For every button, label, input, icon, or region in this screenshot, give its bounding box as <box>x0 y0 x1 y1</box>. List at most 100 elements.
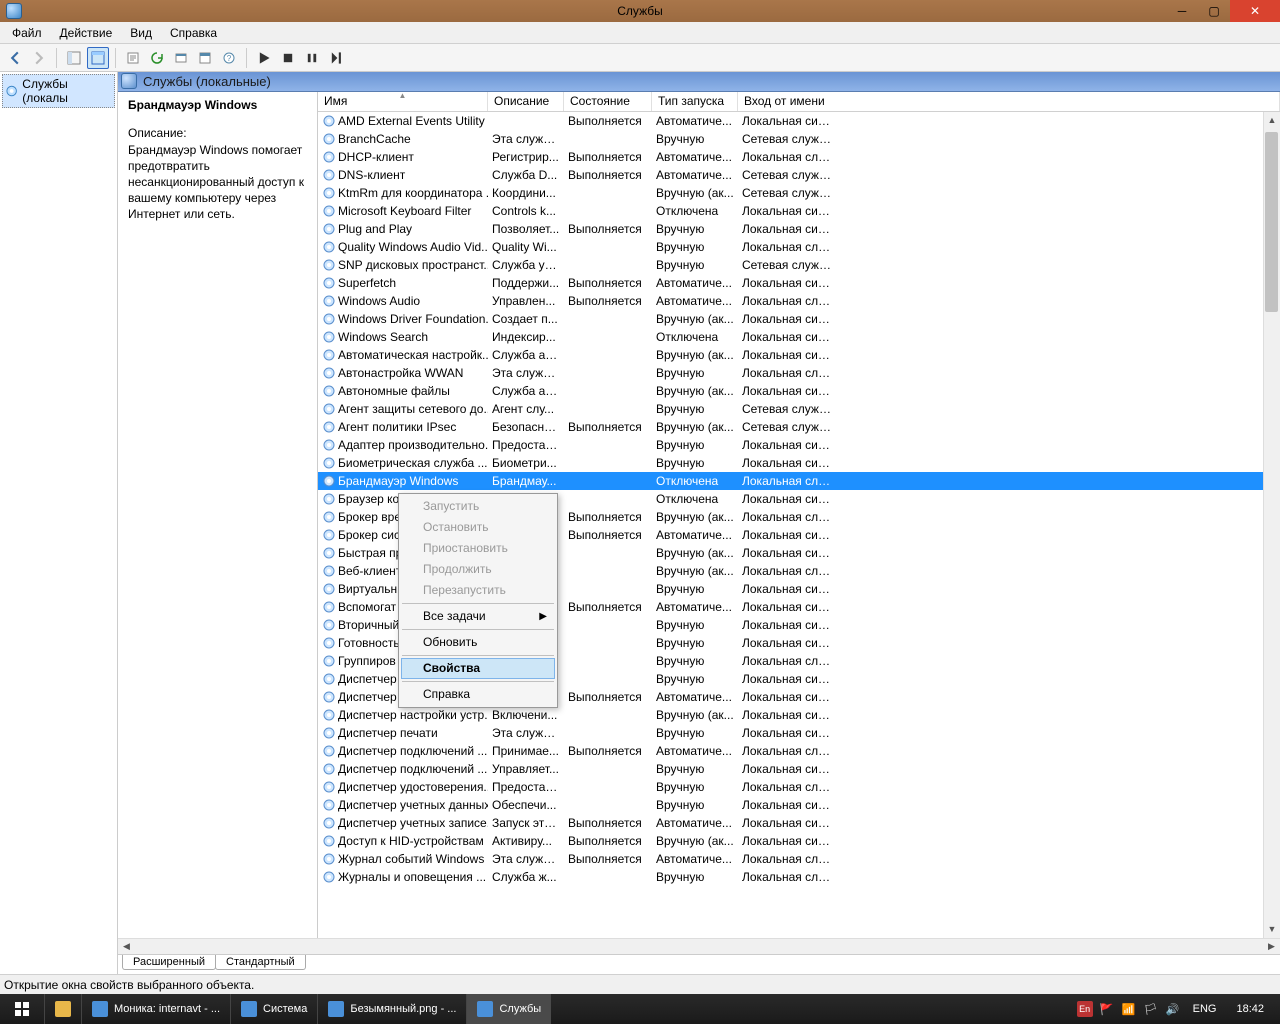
cell-state: Выполняется <box>564 150 652 164</box>
table-row[interactable]: Plug and PlayПозволяет...ВыполняетсяВруч… <box>318 220 1280 238</box>
table-row[interactable]: DNS-клиентСлужба D...ВыполняетсяАвтомати… <box>318 166 1280 184</box>
back-button[interactable] <box>4 47 26 69</box>
table-row[interactable]: Windows SearchИндексир...ОтключенаЛокаль… <box>318 328 1280 346</box>
tree-node-services[interactable]: Службы (локалы <box>2 74 115 108</box>
scroll-down-icon[interactable]: ▼ <box>1264 921 1280 938</box>
table-row[interactable]: Автоматическая настройк...Служба ав...Вр… <box>318 346 1280 364</box>
close-button[interactable]: ✕ <box>1230 0 1280 22</box>
column-header-description[interactable]: Описание <box>488 92 564 111</box>
window-title: Службы <box>617 4 662 18</box>
taskbar-item[interactable]: Службы <box>466 994 551 1024</box>
forward-button[interactable] <box>28 47 50 69</box>
table-row[interactable]: Биометрическая служба ...Биометри...Вруч… <box>318 454 1280 472</box>
scroll-left-icon[interactable]: ◀ <box>118 941 135 952</box>
tab-standard[interactable]: Стандартный <box>215 955 306 970</box>
table-row[interactable]: Microsoft Keyboard FilterControls k...От… <box>318 202 1280 220</box>
table-row[interactable]: Диспетчер подключений ...Принимае...Выпо… <box>318 742 1280 760</box>
scrollbar-horizontal[interactable]: ◀ ▶ <box>118 938 1280 955</box>
table-row[interactable]: Диспетчер удостоверения...Предостав...Вр… <box>318 778 1280 796</box>
menu-view[interactable]: Вид <box>122 24 160 42</box>
table-row[interactable]: Диспетчер настройки устр...Включени...Вр… <box>318 706 1280 724</box>
table-row[interactable]: SNP дисковых пространст...Служба уз...Вр… <box>318 256 1280 274</box>
taskbar-item[interactable]: Моника: internavt - ... <box>81 994 230 1024</box>
ctx-stop[interactable]: Остановить <box>401 517 555 538</box>
table-row[interactable]: Агент политики IPsecБезопасно...Выполняе… <box>318 418 1280 436</box>
cell-start: Вручную <box>652 870 738 884</box>
cell-start: Вручную (ак... <box>652 510 738 524</box>
table-row[interactable]: Агент защиты сетевого до...Агент слу...В… <box>318 400 1280 418</box>
refresh-button[interactable] <box>146 47 168 69</box>
restart-service-button[interactable] <box>325 47 347 69</box>
table-row[interactable]: Доступ к HID-устройствамАктивиру...Выпол… <box>318 832 1280 850</box>
column-header-logon[interactable]: Вход от имени <box>738 92 1280 111</box>
export-list-button[interactable] <box>122 47 144 69</box>
table-row[interactable]: Диспетчер подключений ...Управляет...Вру… <box>318 760 1280 778</box>
column-header-name[interactable]: ▲Имя <box>318 92 488 111</box>
column-header-startup[interactable]: Тип запуска <box>652 92 738 111</box>
taskbar-item[interactable]: Безымянный.png - ... <box>317 994 466 1024</box>
start-button[interactable] <box>0 994 44 1024</box>
cell-name: Автоматическая настройк... <box>318 348 488 362</box>
table-row[interactable]: Адаптер производительно...Предостав...Вр… <box>318 436 1280 454</box>
table-row[interactable]: Диспетчер учетных данныхОбеспечи...Вручн… <box>318 796 1280 814</box>
table-row[interactable]: Диспетчер печатиЭта служб...ВручнуюЛокал… <box>318 724 1280 742</box>
properties-button[interactable] <box>194 47 216 69</box>
tray-network-icon[interactable]: 📶 <box>1121 1001 1137 1017</box>
table-row[interactable]: DHCP-клиентРегистрир...ВыполняетсяАвтома… <box>318 148 1280 166</box>
table-row[interactable]: Windows Driver Foundation...Создает п...… <box>318 310 1280 328</box>
tray-volume-icon[interactable]: 🔊 <box>1165 1001 1181 1017</box>
ctx-properties[interactable]: Свойства <box>401 658 555 679</box>
tray-action-center-icon[interactable]: 🏳 <box>1143 1001 1159 1017</box>
table-row[interactable]: Windows AudioУправлен...ВыполняетсяАвтом… <box>318 292 1280 310</box>
table-row[interactable]: Автонастройка WWANЭта служб...ВручнуюЛок… <box>318 364 1280 382</box>
table-row[interactable]: Quality Windows Audio Vid...Quality Wi..… <box>318 238 1280 256</box>
scroll-up-icon[interactable]: ▲ <box>1264 112 1280 129</box>
cell-desc: Предостав... <box>488 438 564 452</box>
context-menu: Запустить Остановить Приостановить Продо… <box>398 493 558 708</box>
table-row[interactable]: Автономные файлыСлужба ав...Вручную (ак.… <box>318 382 1280 400</box>
ctx-help[interactable]: Справка <box>401 684 555 705</box>
ctx-pause[interactable]: Приостановить <box>401 538 555 559</box>
help-button[interactable]: ? <box>218 47 240 69</box>
minimize-button[interactable]: ─ <box>1166 0 1198 22</box>
table-row[interactable]: SuperfetchПоддержи...ВыполняетсяАвтомати… <box>318 274 1280 292</box>
table-row[interactable]: KtmRm для координатора ...Координи...Вру… <box>318 184 1280 202</box>
scrollbar-vertical[interactable]: ▲ ▼ <box>1263 112 1280 938</box>
ctx-resume[interactable]: Продолжить <box>401 559 555 580</box>
table-row[interactable]: Диспетчер учетных записе...Запуск это...… <box>318 814 1280 832</box>
details-pane-button[interactable] <box>87 47 109 69</box>
cell-desc: Управляет... <box>488 762 564 776</box>
start-service-button[interactable] <box>253 47 275 69</box>
scroll-thumb[interactable] <box>1265 132 1278 312</box>
tray-lang-indicator[interactable]: En <box>1077 1001 1093 1017</box>
cell-logon: Локальная сис... <box>738 636 836 650</box>
tab-extended[interactable]: Расширенный <box>122 955 216 970</box>
table-row[interactable]: BranchCacheЭта служб...ВручнуюСетевая сл… <box>318 130 1280 148</box>
ctx-all-tasks[interactable]: Все задачи▶ <box>401 606 555 627</box>
taskbar-item[interactable]: Система <box>230 994 317 1024</box>
menu-help[interactable]: Справка <box>162 24 225 42</box>
ctx-start[interactable]: Запустить <box>401 496 555 517</box>
stop-service-button[interactable] <box>277 47 299 69</box>
maximize-button[interactable]: ▢ <box>1198 0 1230 22</box>
table-row[interactable]: Журналы и оповещения ...Служба ж...Вручн… <box>318 868 1280 886</box>
export-button[interactable] <box>170 47 192 69</box>
pause-service-button[interactable] <box>301 47 323 69</box>
table-row[interactable]: AMD External Events UtilityВыполняетсяАв… <box>318 112 1280 130</box>
tray-flag-icon[interactable]: 🚩 <box>1099 1001 1115 1017</box>
tray-clock[interactable]: 18:42 <box>1228 1003 1272 1015</box>
ctx-refresh[interactable]: Обновить <box>401 632 555 653</box>
table-row[interactable]: Брандмауэр WindowsБрандмау...ОтключенаЛо… <box>318 472 1280 490</box>
gear-icon <box>5 84 18 98</box>
show-hide-tree-button[interactable] <box>63 47 85 69</box>
menu-action[interactable]: Действие <box>52 24 121 42</box>
ctx-restart[interactable]: Перезапустить <box>401 580 555 601</box>
table-row[interactable]: Журнал событий WindowsЭта служб...Выполн… <box>318 850 1280 868</box>
scroll-right-icon[interactable]: ▶ <box>1263 941 1280 952</box>
tray-language[interactable]: ENG <box>1187 1003 1223 1015</box>
column-header-status[interactable]: Состояние <box>564 92 652 111</box>
taskbar-explorer[interactable] <box>44 994 81 1024</box>
menu-file[interactable]: Файл <box>4 24 50 42</box>
cell-desc: Принимае... <box>488 744 564 758</box>
cell-logon: Локальная слу... <box>738 852 836 866</box>
